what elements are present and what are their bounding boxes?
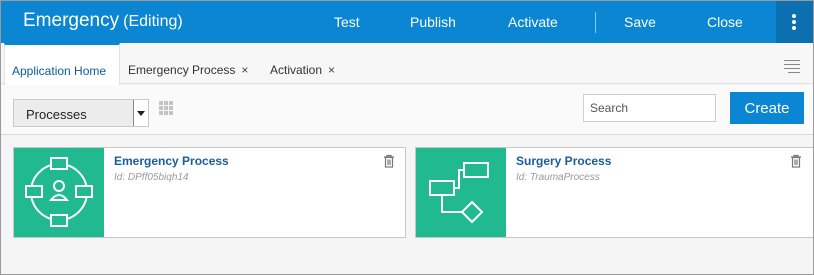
- process-cycle-icon: [25, 157, 93, 227]
- app-title-suffix: (Editing): [123, 13, 183, 30]
- process-id: Id: DPff05biqh14: [114, 172, 189, 183]
- tab-label: Application Home: [12, 64, 107, 78]
- process-flow-icon: [429, 162, 489, 224]
- process-name[interactable]: Surgery Process: [516, 154, 611, 168]
- grid-view-icon[interactable]: [159, 101, 173, 115]
- tab-close-icon[interactable]: ×: [241, 63, 248, 77]
- activate-button[interactable]: Activate: [508, 14, 558, 30]
- view-select-value: Processes: [26, 107, 87, 122]
- test-button[interactable]: Test: [334, 14, 360, 30]
- header-divider: [595, 12, 596, 33]
- tab-bar: Application Home Emergency Process × Acti…: [1, 43, 813, 85]
- app-title-name: Emergency: [23, 10, 120, 31]
- search-input[interactable]: [583, 94, 716, 122]
- process-card[interactable]: Surgery Process Id: TraumaProcess: [415, 147, 813, 238]
- app-header: Emergency (Editing) Test Publish Activate…: [1, 1, 813, 43]
- more-menu-button[interactable]: [776, 1, 813, 43]
- tabs-list-icon[interactable]: [784, 60, 800, 76]
- tab-label: Emergency Process: [128, 63, 236, 77]
- process-card[interactable]: Emergency Process Id: DPff05biqh14: [13, 147, 406, 238]
- publish-button[interactable]: Publish: [410, 14, 456, 30]
- tab-activation[interactable]: Activation ×: [270, 43, 335, 84]
- view-select[interactable]: Processes: [13, 99, 149, 127]
- process-thumbnail: [14, 148, 104, 237]
- app-title: Emergency (Editing): [23, 10, 183, 32]
- tab-label: Activation: [270, 63, 323, 77]
- tab-close-icon[interactable]: ×: [328, 63, 335, 77]
- app-frame: Emergency (Editing) Test Publish Activate…: [0, 0, 814, 275]
- process-id: Id: TraumaProcess: [516, 172, 600, 183]
- tab-emergency-process[interactable]: Emergency Process ×: [128, 43, 248, 84]
- process-name[interactable]: Emergency Process: [114, 154, 229, 168]
- tab-application-home[interactable]: Application Home: [4, 43, 120, 85]
- create-button[interactable]: Create: [730, 92, 804, 124]
- process-thumbnail: [416, 148, 506, 237]
- trash-icon[interactable]: [383, 154, 395, 168]
- trash-icon[interactable]: [790, 154, 802, 168]
- close-button[interactable]: Close: [707, 14, 743, 30]
- chevron-down-icon[interactable]: [133, 100, 148, 126]
- save-button[interactable]: Save: [624, 14, 656, 30]
